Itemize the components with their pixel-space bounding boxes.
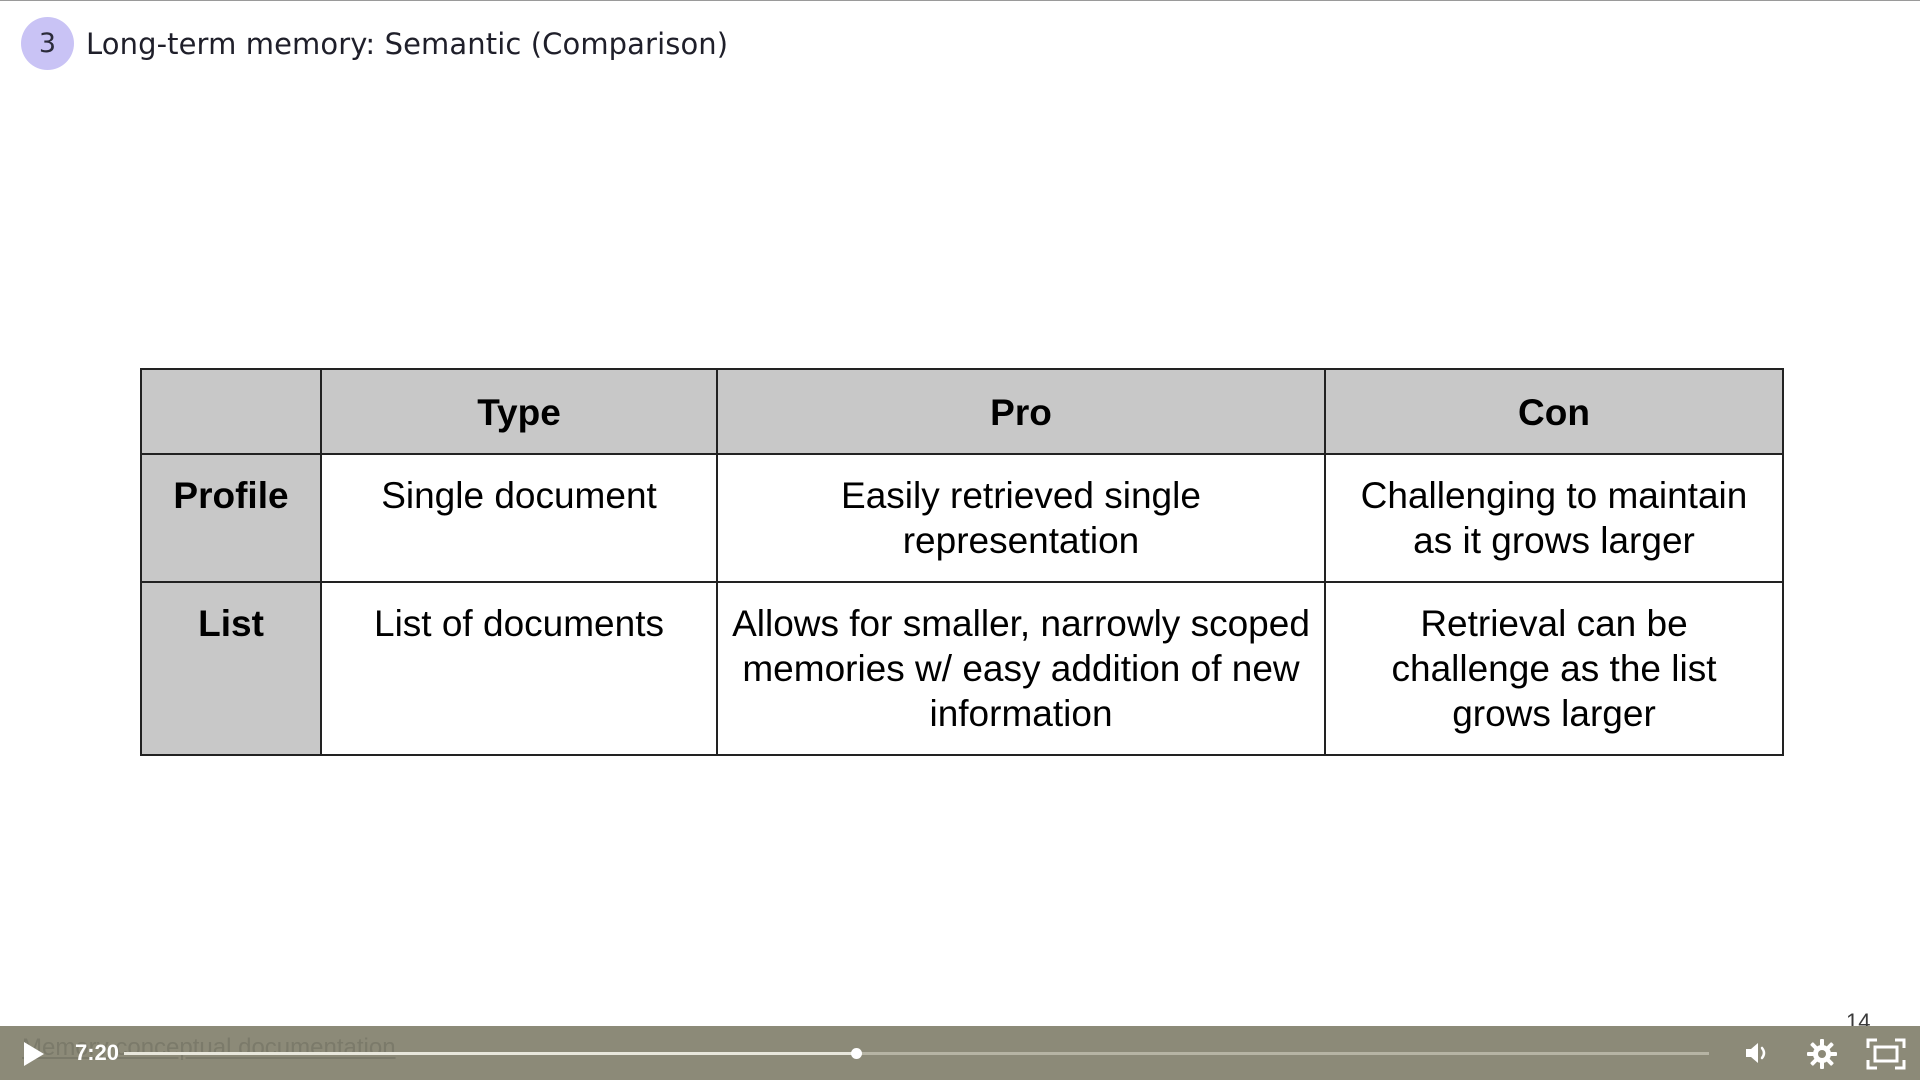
slide-header: 3 Long-term memory: Semantic (Comparison…: [21, 17, 728, 70]
row-header-list: List: [140, 581, 322, 756]
video-control-bar: Memory conceptual documentation 7:20: [0, 1026, 1920, 1080]
cell-pro: Allows for smaller, narrowly scoped memo…: [716, 581, 1326, 756]
row-header-profile: Profile: [140, 453, 322, 583]
playback-time: 7:20: [75, 1040, 120, 1065]
column-header-type: Type: [320, 368, 718, 455]
table-header-row: Type Pro Con: [140, 368, 1784, 455]
table-row: Profile Single document Easily retrieved…: [140, 453, 1784, 583]
cell-con: Retrieval can be challenge as the list g…: [1324, 581, 1784, 756]
cell-pro: Easily retrieved single representation: [716, 453, 1326, 583]
cell-type: List of documents: [320, 581, 718, 756]
fullscreen-icon[interactable]: [1866, 1038, 1906, 1070]
table-corner-cell: [140, 368, 322, 455]
comparison-table: Type Pro Con Profile Single document Eas…: [140, 368, 1784, 756]
progress-fill: [124, 1052, 857, 1055]
column-header-pro: Pro: [716, 368, 1326, 455]
cell-type: Single document: [320, 453, 718, 583]
table-row: List List of documents Allows for smalle…: [140, 581, 1784, 756]
progress-scrubber[interactable]: [851, 1048, 863, 1059]
column-header-con: Con: [1324, 368, 1784, 455]
gear-icon[interactable]: [1806, 1038, 1838, 1070]
slide-frame: 3 Long-term memory: Semantic (Comparison…: [0, 0, 1920, 1080]
progress-track[interactable]: [124, 1048, 1709, 1059]
slide-title: Long-term memory: Semantic (Comparison): [86, 26, 729, 61]
volume-icon[interactable]: [1742, 1038, 1772, 1068]
step-badge: 3: [21, 17, 74, 70]
cell-con: Challenging to maintain as it grows larg…: [1324, 453, 1784, 583]
play-icon[interactable]: [24, 1042, 44, 1066]
